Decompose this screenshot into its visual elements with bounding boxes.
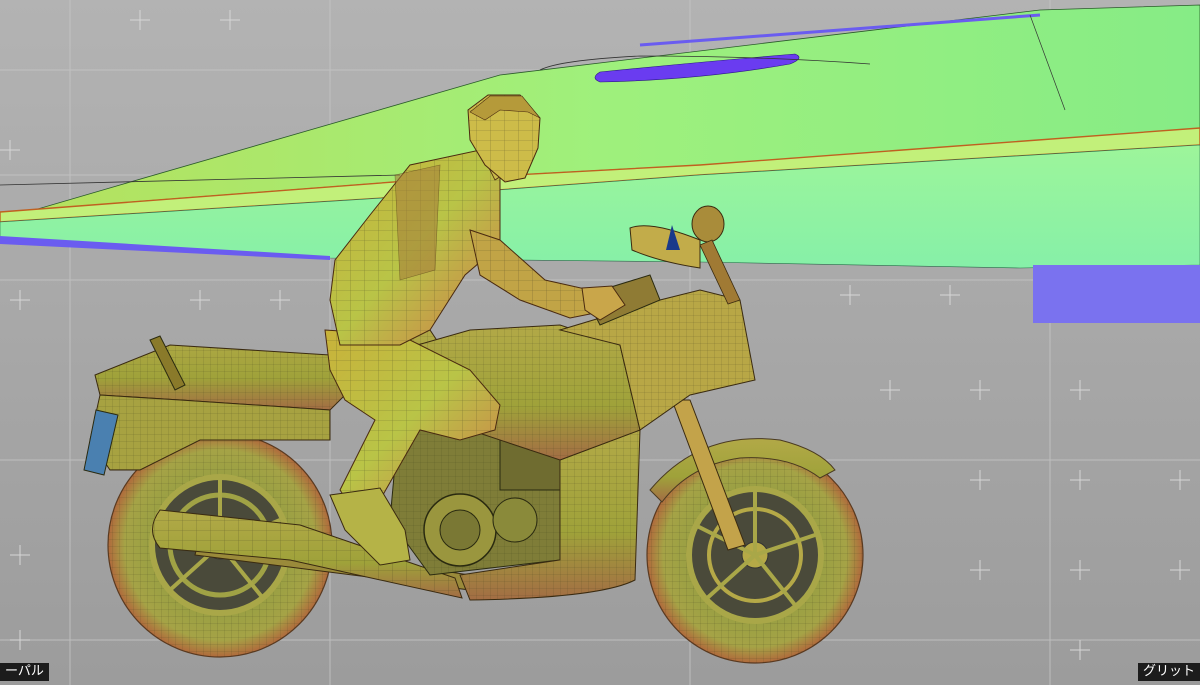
mirror: [691, 205, 725, 243]
viewport-label-left[interactable]: ーパル: [0, 663, 49, 681]
wing-flap-panel: [1033, 265, 1200, 323]
grid-toggle-label[interactable]: グリット: [1137, 663, 1200, 681]
aircraft-wing[interactable]: [0, 4, 1200, 323]
3d-viewport[interactable]: ーパル グリット: [0, 0, 1200, 685]
viewport-canvas[interactable]: [0, 0, 1200, 685]
